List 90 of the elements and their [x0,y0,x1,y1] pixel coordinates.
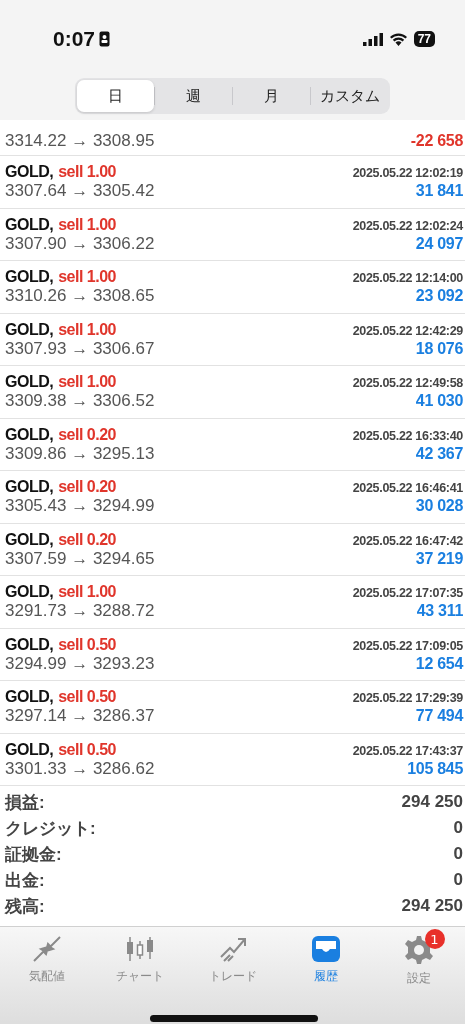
deal-symbol: GOLD, [5,268,54,287]
deal-type: sell 1.00 [58,583,116,602]
signal-icon [362,32,383,46]
deal-time: 2025.05.22 12:14:00 [352,271,463,286]
home-indicator[interactable] [150,1015,318,1022]
profit-value: 31 841 [415,182,463,201]
profit-value: -22 658 [410,132,463,150]
price-change: 3309.86 → 3295.13 [5,443,155,464]
tab-bar-item[interactable]: トレード [186,929,279,989]
deal-symbol: GOLD, [5,478,54,497]
deal-time: 2025.05.22 16:47:42 [352,533,463,548]
deal-type: sell 1.00 [58,215,116,234]
period-tab[interactable]: 週 [155,80,232,112]
profit-value: 12 654 [415,654,463,673]
deal-time: 2025.05.22 12:02:24 [352,218,463,233]
deal-symbol: GOLD, [5,530,54,549]
deal-type: sell 1.00 [58,268,116,287]
deal-symbol: GOLD, [5,688,54,707]
price-change: 3291.73 → 3288.72 [5,601,155,622]
profit-value: 105 845 [407,759,463,778]
profit-value: 37 219 [415,549,463,568]
profit-value: 23 092 [415,287,463,306]
summary-label: 出金: [5,869,45,892]
deal-time: 2025.05.22 17:09:05 [352,638,463,653]
deal-type: sell 0.50 [58,688,116,707]
deal-type: sell 1.00 [58,373,116,392]
profit-value: 24 097 [415,234,463,253]
price-change: 3305.43 → 3294.99 [5,496,155,517]
deal-time: 2025.05.22 16:46:41 [352,481,463,496]
tab-bar-item[interactable]: 履歴 [279,929,372,989]
battery-level: 77 [413,31,435,47]
period-tab[interactable]: 日 [77,80,154,112]
deal-symbol: GOLD, [5,740,54,759]
person-card-icon [99,31,111,47]
summary-value: 294 250 [401,792,463,812]
summary-label: 損益: [5,791,45,814]
clock-time: 0:07 [53,27,96,51]
deal-symbol: GOLD, [5,373,54,392]
price-change: 3307.93 → 3306.67 [5,338,155,359]
price-change: 3297.14 → 3286.37 [5,706,155,727]
deal-type: sell 1.00 [58,163,116,182]
tab-bar-item[interactable]: 設定 1 [372,929,465,989]
price-change: 3307.90 → 3306.22 [5,233,155,254]
summary-value: 0 [453,870,463,890]
deal-time: 2025.05.22 17:07:35 [352,586,463,601]
inbox-tray-icon [310,935,341,963]
deal-type: sell 0.20 [58,478,116,497]
summary-label: クレジット: [5,817,96,840]
deal-time: 2025.05.22 16:33:40 [352,428,463,443]
wifi-icon [388,32,408,46]
period-tab[interactable]: カスタム [311,80,388,112]
price-change: 3307.64 → 3305.42 [5,181,155,202]
deal-symbol: GOLD, [5,320,54,339]
deal-type: sell 0.20 [58,425,116,444]
deal-symbol: GOLD, [5,583,54,602]
profit-value: 42 367 [415,444,463,463]
deal-type: sell 1.00 [58,320,116,339]
deal-symbol: GOLD, [5,163,54,182]
profit-value: 41 030 [415,392,463,411]
deal-symbol: GOLD, [5,425,54,444]
profit-value: 30 028 [415,497,463,516]
deal-type: sell 0.50 [58,740,116,759]
candlestick-icon [124,935,155,963]
deal-time: 2025.05.22 12:42:29 [352,323,463,338]
deal-symbol: GOLD, [5,635,54,654]
price-change: 3307.59 → 3294.65 [5,548,155,569]
tab-bar-item[interactable]: 気配値 [0,929,93,989]
deal-time: 2025.05.22 17:29:39 [352,691,463,706]
summary-value: 294 250 [401,896,463,916]
deal-type: sell 0.50 [58,635,116,654]
period-tab[interactable]: 月 [233,80,310,112]
price-change: 3294.99 → 3293.23 [5,653,155,674]
summary-value: 0 [453,818,463,838]
profit-value: 18 076 [415,339,463,358]
price-change: 3301.33 → 3286.62 [5,758,155,779]
deal-time: 2025.05.22 12:49:58 [352,376,463,391]
notification-badge: 1 [424,929,445,949]
profit-value: 43 311 [416,602,463,621]
price-change: 3309.38 → 3306.52 [5,391,155,412]
tab-bar-item[interactable]: チャート [93,929,186,989]
price-change: 3314.22 → 3308.95 [5,131,155,151]
profit-value: 77 494 [415,707,463,726]
deal-type: sell 0.20 [58,530,116,549]
deal-time: 2025.05.22 17:43:37 [352,743,463,758]
deal-symbol: GOLD, [5,215,54,234]
summary-label: 残高: [5,895,45,918]
summary-label: 証拠金: [5,843,62,866]
summary-value: 0 [453,844,463,864]
deal-time: 2025.05.22 12:02:19 [352,166,463,181]
price-change: 3310.26 → 3308.65 [5,286,155,307]
